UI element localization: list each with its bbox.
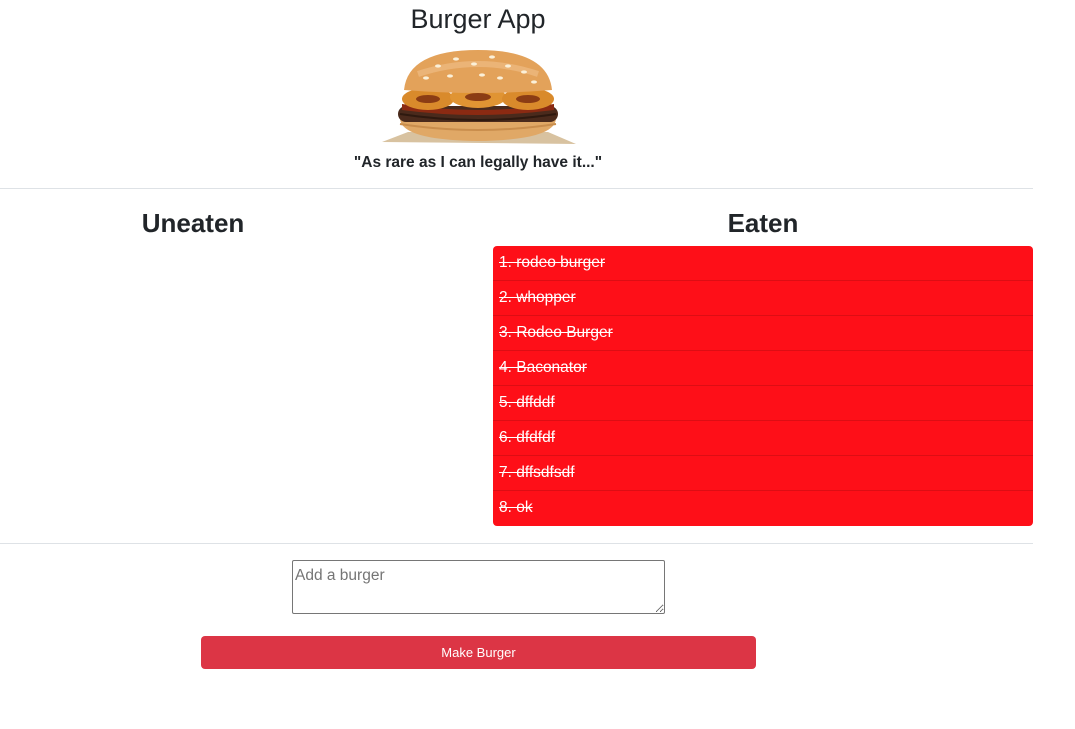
header-divider [0,188,1033,189]
tagline: "As rare as I can legally have it..." [353,154,603,171]
eaten-burger-item: 3. Rodeo Burger [493,316,1033,351]
eaten-burger-item: 1. rodeo burger [493,246,1033,281]
burger-image [382,50,576,144]
page: Burger App "As rare as I can legally hav… [0,0,1075,729]
form-divider [0,543,1033,544]
eaten-burger-item: 6. dfdfdf [493,421,1033,456]
eaten-burger-item: 8. ok [499,499,533,516]
eaten-burger-item: 2. whopper [493,281,1033,316]
eaten-burger-item: 5. dffddf [493,386,1033,421]
add-burger-input[interactable] [292,560,665,614]
make-burger-button[interactable]: Make Burger [201,636,756,669]
eaten-heading: Eaten [727,208,799,238]
app-title: Burger App [410,4,546,34]
eaten-burger-list: 1. rodeo burger 2. whopper 3. Rodeo Burg… [493,246,1033,526]
eaten-burger-item: 7. dffsdfsdf [493,456,1033,491]
eaten-burger-item: 4. Baconator [493,351,1033,386]
uneaten-heading: Uneaten [141,208,245,238]
